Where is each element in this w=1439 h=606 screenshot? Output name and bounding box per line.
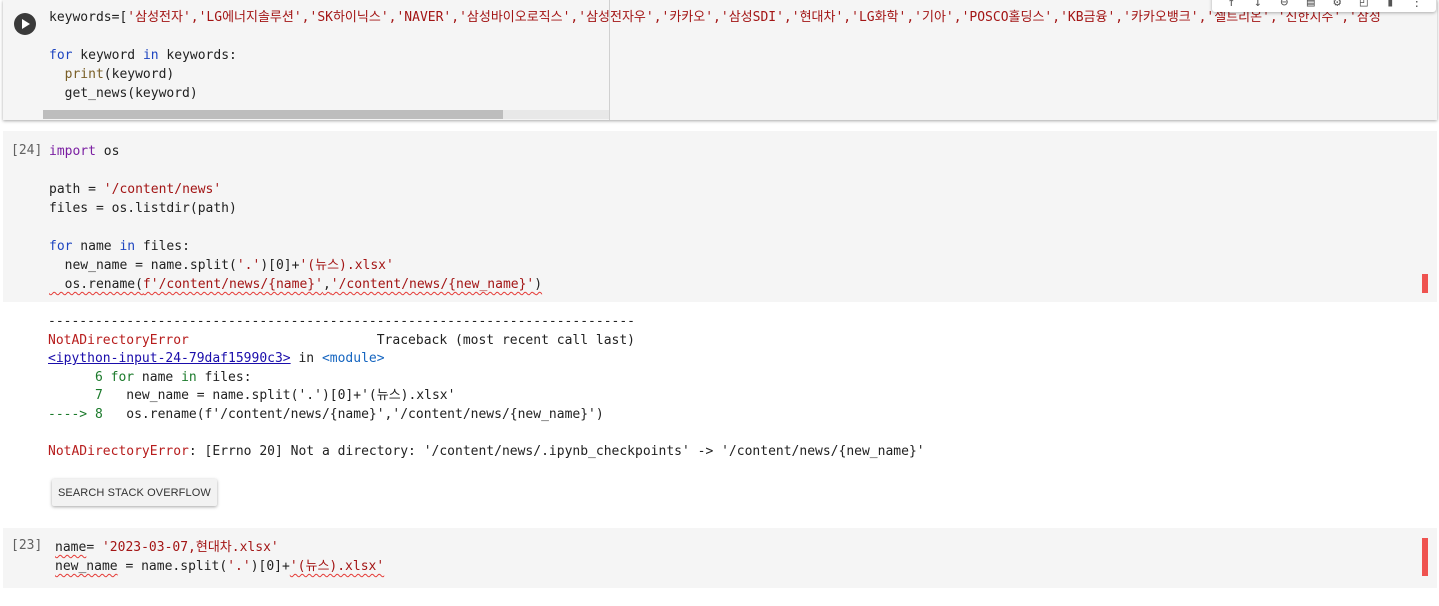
traceback-header: NotADirectoryError Traceback (most recen… [48,332,636,348]
traceback-line-8: ----> 8 os.rename(f'/content/news/{name}… [48,406,604,422]
code-editor[interactable]: name= '2023-03-07,현대차.xlsx' new_name = n… [55,538,384,576]
ipython-input-link[interactable]: <ipython-input-24-79daf15990c3> [48,351,291,366]
error-message: NotADirectoryError: [Errno 20] Not a dir… [48,444,925,460]
code-line-1: name= '2023-03-07,현대차.xlsx' [55,540,279,555]
traceback-line-6: 6 for name in files: [48,369,252,385]
traceback-divider: ----------------------------------------… [48,314,635,329]
arrow-up-icon[interactable]: ↑ [1223,0,1239,9]
code-line-2: new_name = name.split('.')[0]+'(뉴스).xlsx… [55,559,385,574]
link-icon[interactable]: ⊖ [1276,0,1292,9]
execution-count: [23] [11,538,43,553]
code-line-1: keywords=['삼성전자','LG에너지솔루션','SK하이닉스','NA… [49,10,1381,25]
code-line-7: new_name = name.split('.')[0]+'(뉴스).xlsx… [49,258,394,273]
code-line-4: files = os.listdir(path) [49,201,237,216]
code-line-8: os.rename(f'/content/news/{name}','/cont… [49,277,543,292]
search-stack-overflow-button[interactable]: SEARCH STACK OVERFLOW [52,479,217,506]
error-marker [1422,538,1428,576]
gear-icon[interactable]: ⚙ [1329,0,1345,9]
code-line-1: import os [49,144,120,159]
code-line-4: print(keyword) [64,67,175,82]
play-icon [22,19,30,29]
run-cell-button[interactable] [14,13,36,35]
code-cell-keywords[interactable]: keywords=['삼성전자','LG에너지솔루션','SK하이닉스','NA… [3,0,1437,120]
error-marker [1422,274,1428,293]
code-line-3: path = '/content/news' [49,182,222,197]
code-line-3: for keyword in keywords: [49,48,237,63]
execution-count: [24] [11,143,43,158]
delete-icon[interactable]: ▮ [1382,0,1398,9]
code-line-6: for name in files: [49,239,190,254]
editor-divider [609,0,610,120]
traceback-line-7: 7 new_name = name.split('.')[0]+'(뉴스).xl… [48,388,456,404]
code-cell-24[interactable]: [24] import os path = '/content/news' fi… [3,131,1437,302]
traceback-location: <ipython-input-24-79daf15990c3> in <modu… [48,351,385,367]
code-editor[interactable]: keywords=['삼성전자','LG에너지솔루션','SK하이닉스','NA… [49,8,1381,103]
arrow-down-icon[interactable]: ↓ [1250,0,1266,9]
cell-toolbar: ↑ ↓ ⊖ ▤ ⚙ ◰ ▮ ⋮ [1212,0,1436,12]
more-vert-icon[interactable]: ⋮ [1409,0,1425,9]
mirror-cell-icon[interactable]: ◰ [1356,0,1372,9]
cell-output: ----------------------------------------… [48,313,925,462]
horizontal-scrollbar[interactable] [43,110,609,119]
code-cell-23[interactable]: [23] name= '2023-03-07,현대차.xlsx' new_nam… [3,528,1437,588]
comment-icon[interactable]: ▤ [1303,0,1319,9]
code-line-5: get_news(keyword) [64,86,198,101]
code-editor[interactable]: import os path = '/content/news' files =… [49,142,542,294]
scrollbar-thumb[interactable] [43,110,503,119]
